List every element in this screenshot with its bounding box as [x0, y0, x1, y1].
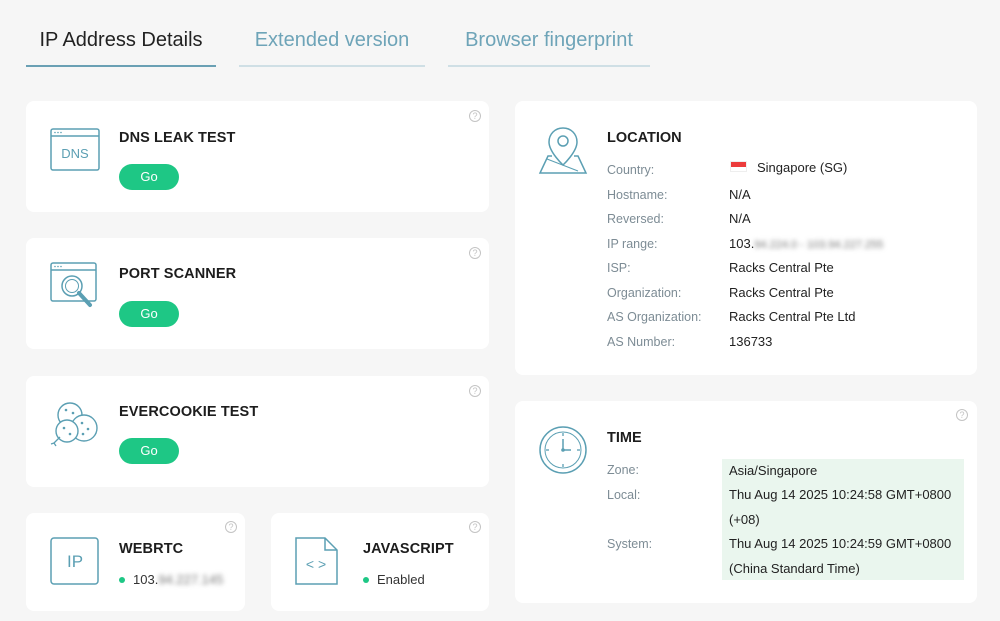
system-value-line1: Thu Aug 14 2025 10:24:59 GMT+0800 [729, 536, 952, 551]
isp-value: Racks Central Pte [729, 260, 834, 275]
port-scanner-go-button[interactable]: Go [119, 301, 179, 327]
dns-go-button[interactable]: Go [119, 164, 179, 190]
svg-text:< >: < > [306, 556, 326, 572]
help-icon[interactable]: ? [469, 247, 481, 259]
map-pin-icon [538, 125, 588, 180]
javascript-title: JAVASCRIPT [363, 541, 454, 557]
evercookie-go-button[interactable]: Go [119, 438, 179, 464]
reversed-label: Reversed: [607, 212, 664, 226]
port-scanner-card: ? PORT SCANNER Go [26, 238, 489, 349]
location-title: LOCATION [607, 130, 682, 146]
zone-label: Zone: [607, 463, 639, 477]
javascript-card: ? < > JAVASCRIPT Enabled [271, 513, 489, 611]
dns-leak-test-title: DNS LEAK TEST [119, 130, 236, 146]
webrtc-ip: 103.94.227.145 [119, 572, 223, 587]
dns-icon: DNS [50, 128, 100, 176]
local-value-line1: Thu Aug 14 2025 10:24:58 GMT+0800 [729, 487, 952, 502]
cookie-icon [50, 401, 100, 452]
hostname-value: N/A [729, 187, 751, 202]
country-label: Country: [607, 163, 655, 177]
ip-icon: IP [50, 537, 100, 590]
svg-text:DNS: DNS [61, 146, 89, 161]
help-icon[interactable]: ? [469, 110, 481, 122]
as-number-value: 136733 [729, 334, 773, 349]
tab-ip-address-details[interactable]: IP Address Details [26, 18, 216, 67]
help-icon[interactable]: ? [956, 409, 968, 421]
system-label: System: [607, 537, 653, 551]
webrtc-card: ? IP WEBRTC 103.94.227.145 [26, 513, 245, 611]
country-value: Singapore (SG) [730, 160, 847, 175]
organization-value: Racks Central Pte [729, 285, 834, 300]
clock-icon [538, 425, 588, 480]
tab-extended-version[interactable]: Extended version [239, 18, 425, 67]
local-value-line2: (+08) [729, 512, 760, 527]
tab-browser-fingerprint[interactable]: Browser fingerprint [448, 18, 650, 67]
help-icon[interactable]: ? [469, 521, 481, 533]
help-icon[interactable]: ? [469, 385, 481, 397]
status-dot [363, 576, 369, 583]
organization-label: Organization: [607, 286, 682, 300]
as-number-label: AS Number: [607, 335, 676, 349]
hostname-label: Hostname: [607, 188, 668, 202]
svg-text:IP: IP [67, 552, 83, 571]
local-label: Local: [607, 488, 641, 502]
evercookie-test-card: ? EVERCOOKIE TEST Go [26, 376, 489, 487]
ip-range-label: IP range: [607, 237, 658, 251]
help-icon[interactable]: ? [225, 521, 237, 533]
isp-label: ISP: [607, 261, 631, 275]
as-organization-label: AS Organization: [607, 310, 702, 324]
system-value-line2: (China Standard Time) [729, 561, 860, 576]
javascript-status: Enabled [363, 572, 425, 587]
evercookie-test-title: EVERCOOKIE TEST [119, 404, 259, 420]
reversed-value: N/A [729, 211, 751, 226]
port-scanner-title: PORT SCANNER [119, 266, 237, 282]
magnifier-window-icon [50, 262, 100, 313]
as-organization-value: Racks Central Pte Ltd [729, 309, 856, 324]
code-file-icon: < > [295, 537, 339, 590]
status-dot [119, 576, 125, 583]
ip-range-value: 103.94.224.0 - 103.94.227.255 [729, 236, 884, 251]
zone-value: Asia/Singapore [729, 463, 818, 478]
location-card: LOCATION Country: Singapore (SG) Hostnam… [515, 101, 977, 375]
webrtc-title: WEBRTC [119, 541, 184, 557]
dns-leak-test-card: ? DNS DNS LEAK TEST Go [26, 101, 489, 212]
singapore-flag-icon [730, 161, 747, 173]
time-title: TIME [607, 430, 642, 446]
